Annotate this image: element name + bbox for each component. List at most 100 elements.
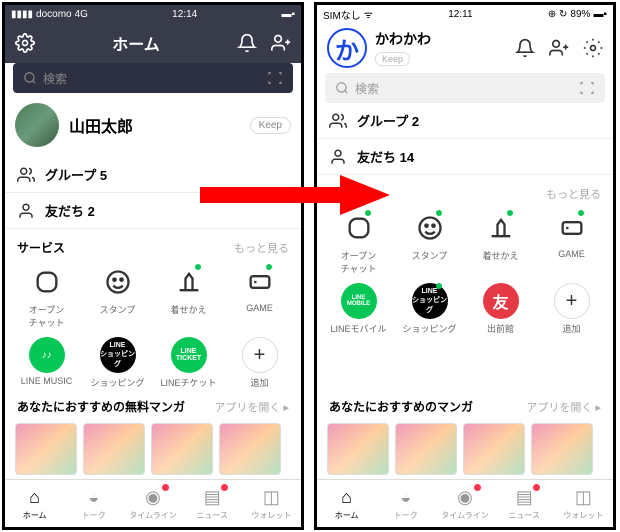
manga-item[interactable] bbox=[327, 423, 389, 475]
settings-icon[interactable] bbox=[15, 33, 35, 53]
news-icon: ▤ bbox=[516, 487, 533, 508]
add-friend-icon[interactable] bbox=[271, 33, 291, 53]
svc-stamp[interactable]: スタンプ bbox=[396, 210, 463, 275]
user-name: かわかわ bbox=[375, 29, 431, 49]
person-icon bbox=[329, 148, 347, 166]
services-header: サービス もっと見る bbox=[5, 229, 301, 260]
right-phone: SIMなし ᯤ 12:11 ⊕ ↻ 89% ▬▪ か かわかわ Keep 検索 … bbox=[314, 2, 616, 530]
manga-item[interactable] bbox=[83, 423, 145, 475]
friends-label: 友だち 14 bbox=[357, 147, 601, 166]
wallet-icon: ◫ bbox=[575, 487, 592, 508]
svc-add[interactable]: +追加 bbox=[226, 337, 293, 389]
groups-row[interactable]: グループ 2 bbox=[317, 103, 613, 139]
manga-title: あなたにおすすめの無料マンガ bbox=[17, 398, 185, 415]
services-row2: ♪♪LINE MUSIC LINEショッピングショッピング LINETICKET… bbox=[5, 333, 301, 393]
services-row2: LINE MOBILELINEモバイル LINEショッピングショッピング 友出前… bbox=[317, 279, 613, 339]
scan-icon[interactable] bbox=[579, 80, 595, 96]
tab-talk[interactable]: ◒トーク bbox=[376, 480, 435, 527]
search-bar[interactable]: 検索 bbox=[325, 73, 605, 103]
group-icon bbox=[329, 112, 347, 130]
svc-shopping[interactable]: LINEショッピングショッピング bbox=[396, 283, 463, 335]
svc-kisekae[interactable]: 着せかえ bbox=[467, 210, 534, 275]
manga-open[interactable]: アプリを開く ▸ bbox=[214, 399, 289, 415]
tab-timeline[interactable]: ◉タイムライン bbox=[123, 480, 182, 527]
manga-item[interactable] bbox=[219, 423, 281, 475]
manga-item[interactable] bbox=[463, 423, 525, 475]
transition-arrow bbox=[200, 175, 390, 215]
page-title: ホーム bbox=[112, 31, 160, 55]
header: ホーム bbox=[5, 23, 301, 63]
svc-add[interactable]: +追加 bbox=[538, 283, 605, 335]
home-icon: ⌂ bbox=[29, 487, 40, 508]
svc-kisekae[interactable]: 着せかえ bbox=[155, 264, 222, 329]
manga-item[interactable] bbox=[15, 423, 77, 475]
svc-linemobile[interactable]: LINE MOBILELINEモバイル bbox=[325, 283, 392, 335]
tab-news[interactable]: ▤ニュース bbox=[183, 480, 242, 527]
svc-demaekan[interactable]: 友出前館 bbox=[467, 283, 534, 335]
svc-openchat[interactable]: オープン チャット bbox=[325, 210, 392, 275]
avatar[interactable]: か bbox=[327, 28, 367, 68]
tab-wallet[interactable]: ◫ウォレット bbox=[554, 480, 613, 527]
manga-open[interactable]: アプリを開く ▸ bbox=[526, 399, 601, 415]
services-title: サービス bbox=[17, 239, 65, 256]
battery-icon: ▬▪ bbox=[281, 9, 295, 20]
user-name: 山田太郎 bbox=[69, 113, 240, 137]
svc-openchat[interactable]: オープン チャット bbox=[13, 264, 80, 329]
svc-lineticket[interactable]: LINETICKETLINEチケット bbox=[155, 337, 222, 389]
carrier: docomo bbox=[36, 9, 72, 20]
keep-button[interactable]: Keep bbox=[375, 52, 410, 66]
manga-title: あなたにおすすめのマンガ bbox=[329, 398, 473, 415]
left-phone: ▮▮▮▮ docomo 4G 12:14 ▬▪ ホーム 検索 山田太郎 Keep… bbox=[2, 2, 304, 530]
svc-linemusic[interactable]: ♪♪LINE MUSIC bbox=[13, 337, 80, 389]
bell-icon[interactable] bbox=[515, 38, 535, 58]
time: 12:11 bbox=[448, 9, 472, 20]
friends-row[interactable]: 友だち 14 bbox=[317, 139, 613, 175]
wallet-icon: ◫ bbox=[263, 487, 280, 508]
search-placeholder: 検索 bbox=[43, 70, 67, 87]
search-placeholder: 検索 bbox=[355, 80, 379, 97]
header-profile: か かわかわ Keep bbox=[317, 23, 613, 73]
svc-stamp[interactable]: スタンプ bbox=[84, 264, 151, 329]
group-icon bbox=[17, 166, 35, 184]
manga-item[interactable] bbox=[531, 423, 593, 475]
timeline-icon: ◉ bbox=[457, 487, 473, 508]
more-link[interactable]: もっと見る bbox=[234, 240, 289, 256]
timeline-icon: ◉ bbox=[145, 487, 161, 508]
sim: SIMなし bbox=[323, 7, 361, 22]
search-icon bbox=[335, 81, 349, 95]
manga-section: あなたにおすすめの無料マンガ アプリを開く ▸ bbox=[5, 388, 301, 479]
home-icon: ⌂ bbox=[341, 487, 352, 508]
manga-item[interactable] bbox=[395, 423, 457, 475]
settings-icon[interactable] bbox=[583, 38, 603, 58]
news-icon: ▤ bbox=[204, 487, 221, 508]
status-bar: SIMなし ᯤ 12:11 ⊕ ↻ 89% ▬▪ bbox=[317, 5, 613, 23]
time: 12:14 bbox=[172, 9, 197, 20]
tab-wallet[interactable]: ◫ウォレット bbox=[242, 480, 301, 527]
tab-home[interactable]: ⌂ホーム bbox=[317, 480, 376, 527]
scan-icon[interactable] bbox=[267, 70, 283, 86]
keep-button[interactable]: Keep bbox=[250, 117, 291, 134]
svc-shopping[interactable]: LINEショッピングショッピング bbox=[84, 337, 151, 389]
network: 4G bbox=[75, 9, 88, 20]
person-icon bbox=[17, 202, 35, 220]
svc-game[interactable]: GAME bbox=[538, 210, 605, 275]
tab-home[interactable]: ⌂ホーム bbox=[5, 480, 64, 527]
groups-label: グループ 2 bbox=[357, 111, 601, 130]
talk-icon: ◒ bbox=[88, 487, 99, 508]
profile-row[interactable]: 山田太郎 Keep bbox=[5, 93, 301, 157]
search-bar[interactable]: 検索 bbox=[13, 63, 293, 93]
manga-item[interactable] bbox=[151, 423, 213, 475]
add-friend-icon[interactable] bbox=[549, 38, 569, 58]
services-row1: オープン チャット スタンプ 着せかえ GAME bbox=[317, 206, 613, 279]
tab-talk[interactable]: ◒トーク bbox=[64, 480, 123, 527]
bell-icon[interactable] bbox=[237, 33, 257, 53]
status-bar: ▮▮▮▮ docomo 4G 12:14 ▬▪ bbox=[5, 5, 301, 23]
services-row1: オープン チャット スタンプ 着せかえ GAME bbox=[5, 260, 301, 333]
tab-timeline[interactable]: ◉タイムライン bbox=[435, 480, 494, 527]
tab-news[interactable]: ▤ニュース bbox=[495, 480, 554, 527]
svc-game[interactable]: GAME bbox=[226, 264, 293, 329]
search-icon bbox=[23, 71, 37, 85]
more-link[interactable]: もっと見る bbox=[546, 186, 601, 202]
tabbar: ⌂ホーム ◒トーク ◉タイムライン ▤ニュース ◫ウォレット bbox=[317, 479, 613, 527]
battery: 89% bbox=[570, 9, 590, 20]
